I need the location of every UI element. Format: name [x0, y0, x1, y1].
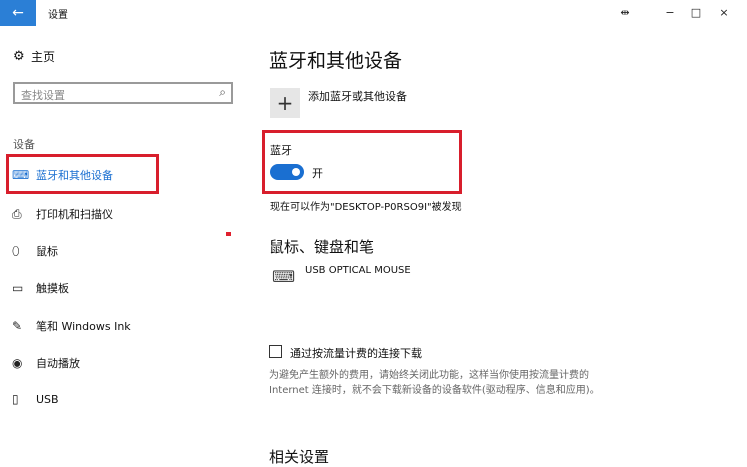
- main-content: 蓝牙和其他设备 + 添加蓝牙或其他设备 蓝牙 开 现在可以作为"DESKTOP-…: [245, 26, 747, 466]
- section-title-mouse-keyboard: 鼠标、键盘和笔: [269, 238, 375, 256]
- sidebar-item-mouse[interactable]: ⬯ 鼠标: [12, 243, 58, 259]
- sidebar-item-pen[interactable]: ✎ 笔和 Windows Ink: [12, 318, 131, 334]
- device-name[interactable]: USB OPTICAL MOUSE: [305, 265, 411, 276]
- sidebar-item-label: USB: [36, 392, 59, 406]
- search-icon[interactable]: ⌕: [219, 85, 226, 100]
- highlight-box-sidebar: [6, 154, 159, 194]
- metered-description: 为避免产生额外的费用，请始终关闭此功能，这样当你使用按流量计费的 Interne…: [269, 370, 600, 396]
- mouse-icon: ⬯: [12, 243, 20, 258]
- pen-icon: ✎: [12, 319, 23, 333]
- add-device-label[interactable]: 添加蓝牙或其他设备: [308, 88, 407, 104]
- page-title: 蓝牙和其他设备: [269, 50, 403, 72]
- gear-icon: ⚙: [13, 49, 25, 64]
- resize-icon[interactable]: ⇹: [613, 3, 637, 21]
- toggle-knob: [292, 168, 300, 176]
- close-button[interactable]: ×: [712, 3, 736, 21]
- arrow-left-icon: ←: [12, 5, 24, 21]
- sidebar-item-label: 触摸板: [36, 282, 69, 295]
- minimize-button[interactable]: −: [658, 3, 682, 21]
- sidebar: ⚙ 主页 ⌕ 设备 ⌨ 蓝牙和其他设备 ⎙ 打印机和扫描仪 ⬯ 鼠标 ▭ 触摸板…: [0, 26, 245, 463]
- search-box: ⌕: [13, 82, 233, 105]
- home-label: 主页: [31, 50, 56, 64]
- autoplay-icon: ◉: [12, 356, 23, 370]
- sidebar-home[interactable]: ⚙ 主页: [13, 48, 55, 65]
- sidebar-item-label: 笔和 Windows Ink: [36, 320, 131, 333]
- metered-download-checkbox[interactable]: [269, 345, 282, 358]
- sidebar-item-touchpad[interactable]: ▭ 触摸板: [12, 280, 69, 296]
- discoverable-text: 现在可以作为"DESKTOP-P0RSO9I"被发现: [270, 202, 462, 213]
- bluetooth-toggle[interactable]: [270, 164, 304, 180]
- metered-download-label[interactable]: 通过按流量计费的连接下载: [290, 345, 422, 361]
- sidebar-item-autoplay[interactable]: ◉ 自动播放: [12, 355, 80, 371]
- maximize-button[interactable]: □: [684, 3, 708, 21]
- title-bar: ← 设置 ⇹ − □ ×: [0, 0, 747, 26]
- touchpad-icon: ▭: [12, 281, 24, 295]
- back-button[interactable]: ←: [0, 0, 36, 26]
- group-label-devices: 设备: [13, 138, 35, 151]
- sidebar-item-label: 打印机和扫描仪: [36, 208, 113, 221]
- plus-icon: +: [276, 91, 294, 115]
- search-input[interactable]: [15, 86, 211, 105]
- sidebar-item-label: 自动播放: [36, 357, 80, 370]
- section-title-related-settings: 相关设置: [269, 448, 330, 466]
- sidebar-item-printers[interactable]: ⎙ 打印机和扫描仪: [12, 206, 113, 222]
- usb-icon: ▯: [12, 392, 19, 406]
- sidebar-item-label: 鼠标: [36, 245, 58, 258]
- printer-icon: ⎙: [12, 206, 22, 221]
- keyboard-icon: ⌨: [272, 267, 296, 286]
- add-device-button[interactable]: +: [270, 88, 300, 118]
- window-title: 设置: [48, 10, 68, 21]
- bluetooth-title: 蓝牙: [270, 144, 292, 157]
- bluetooth-state: 开: [312, 167, 323, 180]
- sidebar-item-usb[interactable]: ▯ USB: [12, 392, 59, 406]
- annotation-dot: [226, 232, 231, 236]
